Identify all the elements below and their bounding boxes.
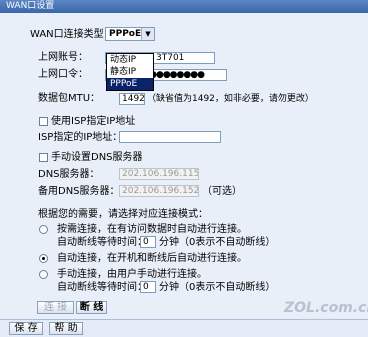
disconnect-button[interactable]: 断 线 xyxy=(76,301,107,314)
password-label: 上网口令： xyxy=(38,69,88,80)
mode-label-on-demand: 按需连接，在有访问数据时自动进行连接。 xyxy=(57,224,247,235)
dns-secondary-label: 备用DNS服务器： xyxy=(38,186,120,197)
mtu-label: 数据包MTU： xyxy=(38,93,101,104)
mode-radio-auto[interactable] xyxy=(39,254,48,263)
watermark-logo: ZOL.com.cn xyxy=(284,300,368,316)
idle-wait-input[interactable]: 0 xyxy=(140,236,156,248)
wan-type-label: WAN口连接类型： xyxy=(30,29,114,40)
manual-dns-checkbox-label: 手动设置DNS服务器 xyxy=(51,152,143,163)
manual-dns-checkbox[interactable] xyxy=(39,153,48,162)
isp-ip-label: ISP指定的IP地址： xyxy=(38,132,123,143)
isp-ip-input[interactable] xyxy=(119,131,221,143)
wan-settings-panel: WAN口连接类型： PPPoE ▼ 上网账号： 3T701 上网口令： ●●●●… xyxy=(0,13,368,320)
dns-secondary-hint: （可选） xyxy=(202,186,242,197)
idle-wait-input-manual[interactable]: 0 xyxy=(140,281,156,293)
wan-type-dropdown: 动态IP 静态IP PPPoE xyxy=(106,53,154,91)
mode-label-auto: 自动连接，在开机和断线后自动进行连接。 xyxy=(57,253,247,264)
wan-type-select[interactable]: PPPoE ▼ xyxy=(105,27,155,41)
footer-bar: 保 存 帮 助 xyxy=(0,320,368,337)
mtu-hint: （缺省值为1492，如非必要，请勿更改） xyxy=(147,94,314,104)
chevron-down-icon[interactable]: ▼ xyxy=(141,28,154,40)
isp-ip-checkbox[interactable] xyxy=(39,117,48,126)
wan-type-option-static-ip[interactable]: 静态IP xyxy=(107,66,153,78)
account-label: 上网账号： xyxy=(38,52,88,63)
connect-button[interactable]: 连 接 xyxy=(37,301,74,314)
idle-wait-hint: 分钟（0表示不自动断线） xyxy=(159,237,276,248)
save-button[interactable]: 保 存 xyxy=(9,322,43,335)
dns-primary-label: DNS服务器： xyxy=(38,169,100,180)
idle-wait-hint-manual: 分钟（0表示不自动断线） xyxy=(159,282,276,293)
window-title: WAN口设置 xyxy=(0,0,368,13)
mode-radio-on-demand[interactable] xyxy=(39,225,48,234)
dns-primary-input[interactable]: 202.106.196.115 xyxy=(119,168,199,180)
idle-wait-label-manual: 自动断线等待时间： xyxy=(57,282,147,293)
wan-type-option-dynamic-ip[interactable]: 动态IP xyxy=(107,54,153,66)
mode-heading: 根据您的需要，请选择对应连接模式： xyxy=(38,209,208,220)
dns-secondary-input[interactable]: 202.106.196.152 xyxy=(119,185,199,197)
mode-label-manual: 手动连接，由用户手动进行连接。 xyxy=(57,269,207,280)
mode-radio-manual[interactable] xyxy=(39,270,48,279)
mtu-input[interactable]: 1492 xyxy=(119,93,145,105)
idle-wait-label: 自动断线等待时间： xyxy=(57,237,147,248)
wan-type-selected: PPPoE xyxy=(109,29,142,39)
wan-type-option-pppoe[interactable]: PPPoE xyxy=(107,78,153,90)
help-button[interactable]: 帮 助 xyxy=(49,322,83,335)
isp-ip-checkbox-label: 使用ISP指定IP地址 xyxy=(51,116,136,127)
